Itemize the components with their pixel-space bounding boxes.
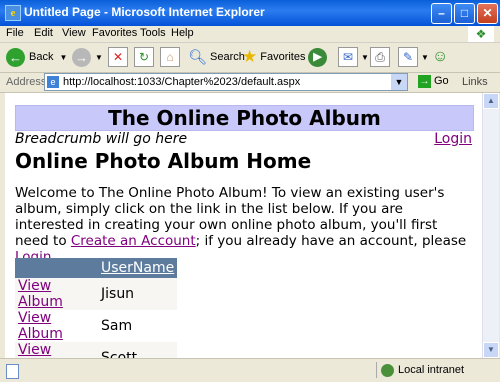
chevron-down-icon[interactable]: ▼ bbox=[361, 53, 369, 62]
username-cell: Scott bbox=[98, 342, 178, 358]
edit-button[interactable]: ✎ ▼ bbox=[398, 46, 429, 68]
view-album-link[interactable]: View Album bbox=[18, 278, 63, 310]
menu-bar: File Edit View Favorites Tools Help ❖ bbox=[0, 26, 500, 43]
stop-icon: ✕ bbox=[108, 47, 128, 67]
forward-button[interactable]: → ▼ bbox=[72, 46, 103, 68]
close-button[interactable]: ✕ bbox=[477, 3, 498, 24]
links-button[interactable]: Links bbox=[462, 76, 488, 88]
breadcrumb: Breadcrumb will go here bbox=[15, 131, 188, 147]
table-row: View Album Scott bbox=[15, 342, 178, 358]
page-icon: e bbox=[47, 76, 59, 88]
globe-icon bbox=[381, 363, 394, 377]
view-album-link[interactable]: View Album bbox=[18, 310, 63, 342]
back-button[interactable]: ← Back ▼ bbox=[6, 46, 67, 68]
page-viewport: The Online Photo Album Breadcrumb will g… bbox=[5, 93, 482, 358]
edit-icon: ✎ bbox=[398, 47, 418, 67]
window-title: Untitled Page - Microsoft Internet Explo… bbox=[24, 5, 265, 19]
scroll-down-icon[interactable]: ▼ bbox=[483, 342, 499, 358]
ie-app-icon: e bbox=[5, 5, 21, 21]
messenger-icon: ☺ bbox=[432, 48, 449, 65]
page-status-icon bbox=[6, 364, 19, 379]
stop-button[interactable]: ✕ bbox=[108, 46, 128, 68]
home-button[interactable]: ⌂ bbox=[160, 46, 180, 68]
view-album-link[interactable]: View Album bbox=[18, 342, 63, 358]
users-table: UserName View Album Jisun View Album Sam… bbox=[15, 258, 178, 358]
forward-arrow-icon: → bbox=[72, 47, 91, 67]
chevron-down-icon[interactable]: ▼ bbox=[59, 53, 67, 62]
table-cell: View Album bbox=[15, 310, 98, 342]
table-row: View Album Sam bbox=[15, 310, 178, 342]
search-label: Search bbox=[210, 51, 245, 63]
chevron-down-icon[interactable]: ▼ bbox=[421, 53, 429, 62]
refresh-button[interactable]: ↻ bbox=[134, 46, 154, 68]
mail-icon: ✉ bbox=[338, 47, 358, 67]
status-bar: Local intranet bbox=[0, 358, 500, 382]
scroll-up-icon[interactable]: ▲ bbox=[483, 93, 499, 109]
username-cell: Jisun bbox=[98, 278, 178, 310]
messenger-button[interactable]: ☺ bbox=[432, 46, 448, 68]
minimize-button[interactable]: – bbox=[431, 3, 452, 24]
chevron-down-icon[interactable]: ▼ bbox=[391, 74, 407, 90]
back-arrow-icon: ← bbox=[6, 47, 25, 67]
windows-logo-icon: ❖ bbox=[468, 26, 494, 42]
menu-view[interactable]: View bbox=[62, 27, 86, 39]
toolbar: ← Back ▼ → ▼ ✕ ↻ ⌂ 🔍︎ Search ★ Favorites… bbox=[0, 43, 500, 73]
menu-help[interactable]: Help bbox=[171, 27, 194, 39]
intro-paragraph: Welcome to The Online Photo Album! To vi… bbox=[15, 185, 467, 265]
login-link[interactable]: Login bbox=[434, 131, 472, 147]
favorites-button[interactable]: ★ Favorites bbox=[242, 46, 306, 68]
menu-favorites[interactable]: Favorites bbox=[92, 27, 137, 39]
back-label: Back bbox=[29, 51, 54, 63]
table-cell: View Album bbox=[15, 342, 98, 358]
address-url[interactable]: http://localhost:1033/Chapter%2023/defau… bbox=[63, 76, 300, 88]
create-account-link[interactable]: Create an Account bbox=[71, 233, 196, 249]
menu-edit[interactable]: Edit bbox=[34, 27, 53, 39]
menu-file[interactable]: File bbox=[6, 27, 24, 39]
username-column-header[interactable]: UserName bbox=[98, 258, 178, 278]
page-title: Online Photo Album Home bbox=[15, 149, 312, 173]
go-button[interactable]: → Go bbox=[418, 75, 449, 88]
maximize-button[interactable]: □ bbox=[454, 3, 475, 24]
search-button[interactable]: 🔍︎ Search bbox=[188, 46, 245, 68]
address-label: Address bbox=[6, 76, 47, 88]
media-button[interactable]: ▶ bbox=[308, 46, 327, 68]
table-cell: View Album bbox=[15, 278, 98, 310]
chevron-down-icon[interactable]: ▼ bbox=[95, 53, 103, 62]
table-header-empty bbox=[15, 258, 98, 278]
home-icon: ⌂ bbox=[160, 47, 180, 67]
menu-tools[interactable]: Tools bbox=[140, 27, 166, 39]
table-row: View Album Jisun bbox=[15, 278, 178, 310]
print-button[interactable]: ⎙ bbox=[370, 46, 390, 68]
address-bar: Address e http://localhost:1033/Chapter%… bbox=[0, 72, 500, 93]
favorites-label: Favorites bbox=[260, 51, 306, 63]
vertical-scrollbar[interactable]: ▲ ▼ bbox=[482, 93, 499, 358]
print-icon: ⎙ bbox=[370, 47, 390, 67]
address-input[interactable]: e http://localhost:1033/Chapter%2023/def… bbox=[44, 73, 408, 91]
refresh-icon: ↻ bbox=[134, 47, 154, 67]
site-header: The Online Photo Album bbox=[15, 105, 474, 131]
security-zone: Local intranet bbox=[376, 362, 464, 378]
go-arrow-icon: → bbox=[418, 75, 431, 88]
title-bar: e Untitled Page - Microsoft Internet Exp… bbox=[0, 0, 500, 26]
star-icon: ★ bbox=[242, 47, 258, 66]
search-icon: 🔍︎ bbox=[188, 49, 208, 66]
username-cell: Sam bbox=[98, 310, 178, 342]
media-icon: ▶ bbox=[308, 47, 327, 67]
table-header-row: UserName bbox=[15, 258, 178, 278]
mail-button[interactable]: ✉ ▼ bbox=[338, 46, 369, 68]
